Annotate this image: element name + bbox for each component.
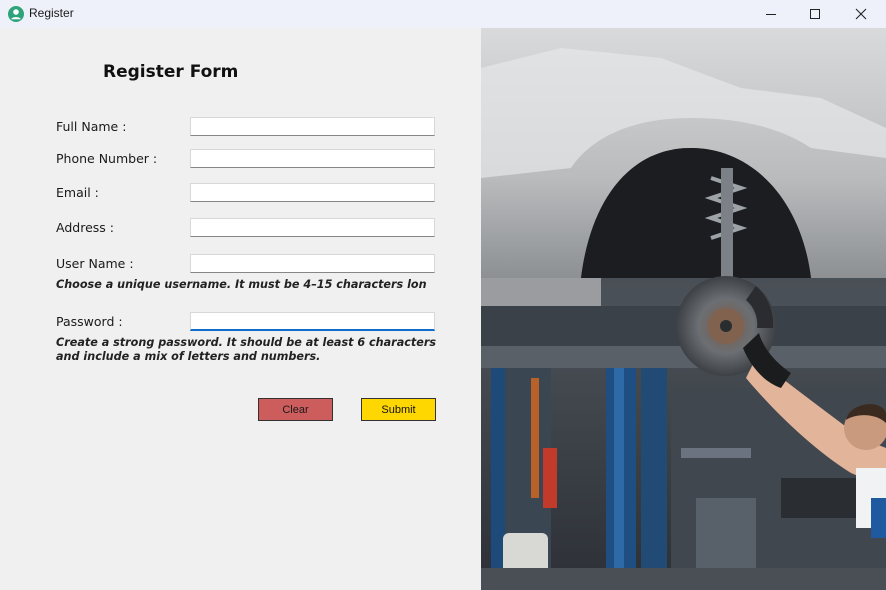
password-label: Password : bbox=[56, 314, 123, 329]
address-input[interactable] bbox=[190, 218, 435, 237]
username-hint: Choose a unique username. It must be 4–1… bbox=[56, 278, 426, 291]
maximize-button[interactable] bbox=[792, 0, 838, 28]
user-icon bbox=[8, 6, 24, 22]
email-input[interactable] bbox=[190, 183, 435, 202]
close-icon bbox=[855, 8, 867, 20]
form-title: Register Form bbox=[103, 62, 239, 82]
phone-input[interactable] bbox=[190, 149, 435, 168]
minimize-icon bbox=[766, 14, 776, 15]
password-input[interactable] bbox=[190, 312, 435, 331]
phone-label: Phone Number : bbox=[56, 151, 158, 166]
window-title: Register bbox=[29, 6, 74, 20]
full-name-input[interactable] bbox=[190, 117, 435, 136]
submit-button[interactable]: Submit bbox=[361, 398, 436, 421]
username-input[interactable] bbox=[190, 254, 435, 273]
clear-button[interactable]: Clear bbox=[258, 398, 333, 421]
register-window: Register Register Form Full Name : Phone… bbox=[0, 0, 886, 590]
close-button[interactable] bbox=[838, 0, 884, 28]
mechanic-under-car-illustration bbox=[481, 28, 886, 590]
full-name-label: Full Name : bbox=[56, 119, 127, 134]
maximize-icon bbox=[810, 9, 820, 19]
minimize-button[interactable] bbox=[748, 0, 794, 28]
title-bar[interactable]: Register bbox=[0, 0, 886, 28]
garage-photo bbox=[481, 28, 886, 590]
password-hint: Create a strong password. It should be a… bbox=[56, 336, 436, 363]
username-label: User Name : bbox=[56, 256, 134, 271]
address-label: Address : bbox=[56, 220, 114, 235]
email-label: Email : bbox=[56, 185, 99, 200]
